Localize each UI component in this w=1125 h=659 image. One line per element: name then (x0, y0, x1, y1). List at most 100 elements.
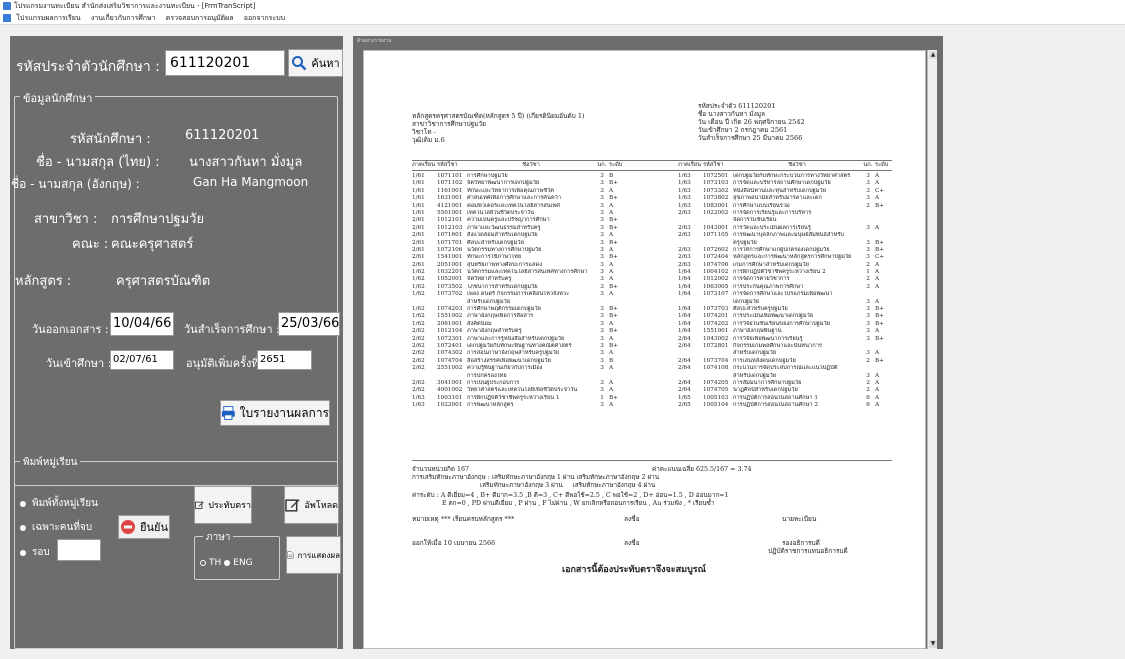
course-name: สุขภาพอนามัยสำหรับมารดาและเด็ก (733, 195, 822, 202)
birth-line: วัน เดือน ปี เกิด 26 พฤศจิกายน 2542 (698, 118, 805, 126)
course-name: การจัดการค่ายวิชาการ (733, 276, 790, 283)
course-name: จัดการในชั้นเรียน (733, 217, 777, 224)
round-input[interactable] (57, 539, 101, 561)
course-code: 1003101 (437, 394, 463, 401)
sid-value: 611120201 (185, 128, 260, 143)
course-code: 2051001 (437, 261, 463, 268)
course-code: 1073103 (703, 180, 729, 187)
approve-label: อนุมัติเพิ่มครั้งที่ : (186, 357, 266, 370)
major-value: การศึกษาปฐมวัย (111, 212, 205, 227)
course-row: 2/64 1072801 กิจกรรมเกมพลศึกษาและนันทนาการ (678, 343, 1125, 350)
scroll-up-icon[interactable]: ▲ (929, 51, 937, 59)
remark: หมายเหตุ *** เรียนครบหลักสูตร *** (412, 515, 515, 523)
course-grade: A (875, 276, 880, 283)
course-name: ภาษาอังกฤษสำหรับครู (467, 328, 522, 335)
radio-en[interactable] (224, 560, 231, 566)
course-name: การศึกษาพฤติกรรมเด็กปฐมวัย (467, 306, 541, 313)
course-row: สำหรับเด็กปฐมวัย 3 A (678, 373, 1125, 380)
course-credit: 6 (866, 402, 870, 409)
course-code: 1074704 (437, 357, 463, 364)
course-code: 2551002 (437, 365, 463, 372)
upload-label: อัพโหลด (304, 501, 338, 511)
course-name: การวิจัยในชั้นเรียนของการศึกษาปฐมวัย (733, 320, 830, 327)
course-term: 1/63 (678, 180, 691, 187)
course-list-right: 1/63 1072501 เด็กปฐมวัยกับทักษะกระบวนการทา… (678, 173, 1125, 410)
course-term: 1/64 (678, 306, 691, 313)
course-credit: 1 (866, 269, 870, 276)
course-code: 3041001 (437, 379, 463, 386)
issue-date-field[interactable]: 10/04/66 (110, 312, 174, 336)
footer-note: เอกสารนี้ต้องประทับตราจึงจะสมบูรณ์ (562, 565, 706, 575)
course-grade: A (609, 291, 614, 298)
radio-th[interactable] (200, 560, 206, 566)
course-term (412, 373, 437, 380)
course-term: 2/65 (678, 402, 691, 409)
course-grade: B (609, 357, 614, 364)
upload-button[interactable]: อัพโหลด (284, 486, 339, 524)
menu-item-exit[interactable]: ออกจากระบบ (244, 12, 285, 25)
display-button[interactable]: การแสดงผล (286, 536, 341, 574)
scroll-down-icon[interactable]: ▼ (929, 640, 937, 648)
report-button[interactable]: ใบรายงานผลการ (220, 400, 330, 426)
approve-field[interactable]: 2651 (257, 350, 312, 370)
course-name: สังคีตนิยม (467, 320, 492, 327)
grad-date-field[interactable]: 25/03/66 (278, 312, 340, 336)
column-headers-left: ภาคเรียน รหัสวิชา ชื่อวิชา นก. ระดับ (412, 162, 626, 169)
left-panel: รหัสประจำตัวนักศึกษา : 611120201 ค้นหา ข… (10, 36, 343, 649)
menu-item-study[interactable]: งานเกี่ยวกับการศึกษา (91, 12, 156, 25)
course-code: 1005104 (703, 402, 729, 409)
student-id-input[interactable]: 611120201 (165, 50, 285, 76)
course-row: 2/63 1022002 การจัดการเรียนรู้และการบริหาร (678, 210, 1125, 217)
radio-round[interactable]: รอบ (20, 545, 50, 560)
course-row: 2/64 1073704 การเล่นหลังคนเด็กปฐมวัย 2 B+ (678, 358, 1125, 365)
stamp-button[interactable]: ประทับตรา (194, 486, 252, 524)
curriculum-label: หลักสูตร : (15, 274, 72, 289)
course-term: 2/63 (678, 246, 691, 253)
course-term: 1/61 (412, 209, 425, 216)
course-term: 2/61 (412, 232, 425, 239)
course-code: 1551002 (437, 313, 463, 320)
course-term: 1/62 (412, 269, 425, 276)
student-info-title: ข้อมูลนักศึกษา (20, 89, 96, 107)
menu-item-approve[interactable]: ตรวจสอบการอนุมัติผล (166, 12, 234, 25)
course-code: 4121001 (437, 202, 463, 209)
edit-icon (195, 501, 204, 509)
course-name: การสอนภาษาอังกฤษสำหรับครูปฐมวัย (467, 350, 560, 357)
course-row: 2/65 1005104 การปฏิบัติการสอนในสถานศึกษา 2… (678, 402, 1125, 409)
faculty-value: คณะครุศาสตร์ (111, 237, 194, 252)
search-button[interactable]: ค้นหา (288, 49, 343, 77)
course-credit: 3 (600, 209, 604, 216)
course-credit: 3 (600, 402, 604, 409)
course-term (412, 299, 437, 306)
course-credit (861, 291, 875, 298)
course-code: 1072106 (437, 246, 463, 253)
course-grade: A (875, 394, 880, 401)
radio-only-graduated[interactable]: เฉพาะคนที่จบ (20, 520, 92, 535)
course-row: 1/63 1072501 เด็กปฐมวัยกับทักษะกระบวนการทา… (678, 173, 1125, 180)
course-code: 1073703 (703, 306, 729, 313)
course-row: 1/63 1073302 หนังสือนิทานและหุ่นสำหรับเด็ก… (678, 188, 1125, 195)
confirm-button[interactable]: ยืนยัน (118, 515, 170, 539)
enter-date-field[interactable]: 02/07/61 (110, 350, 174, 370)
course-credit: 3 (600, 365, 604, 372)
course-grade (875, 210, 892, 217)
grad-line: วันสำเร็จการศึกษา 25 มีนาคม 2566 (698, 134, 803, 142)
course-row: 1/63 1073802 สุขภาพอนามัยสำหรับมารดาและเด็… (678, 195, 1125, 202)
course-term: 1/62 (412, 291, 425, 298)
course-code: 5501001 (437, 209, 463, 216)
course-credit: 3 (600, 239, 604, 246)
course-name: ครูปฐมวัย (733, 239, 757, 246)
course-credit: 3 (866, 224, 870, 231)
summary-separator (412, 460, 892, 461)
course-credit: 3 (866, 320, 870, 327)
menu-item-grades[interactable]: โปรแกรมผลการเรียน (16, 12, 80, 25)
course-credit: 3 (600, 335, 604, 342)
course-credit (861, 210, 875, 217)
summary-gpa: ค่าคะแนนเฉลี่ย 625.5/167 = 3.74 (652, 466, 752, 473)
sign-line-1: ลงชื่อ (624, 515, 640, 523)
course-code (703, 240, 733, 247)
radio-all[interactable]: พิมพ์ทั้งหมู่เรียน (20, 496, 98, 511)
report-button-label: ใบรายงานผลการ (239, 405, 329, 420)
course-term: 1/63 (412, 394, 425, 401)
course-term: 1/62 (412, 276, 425, 283)
